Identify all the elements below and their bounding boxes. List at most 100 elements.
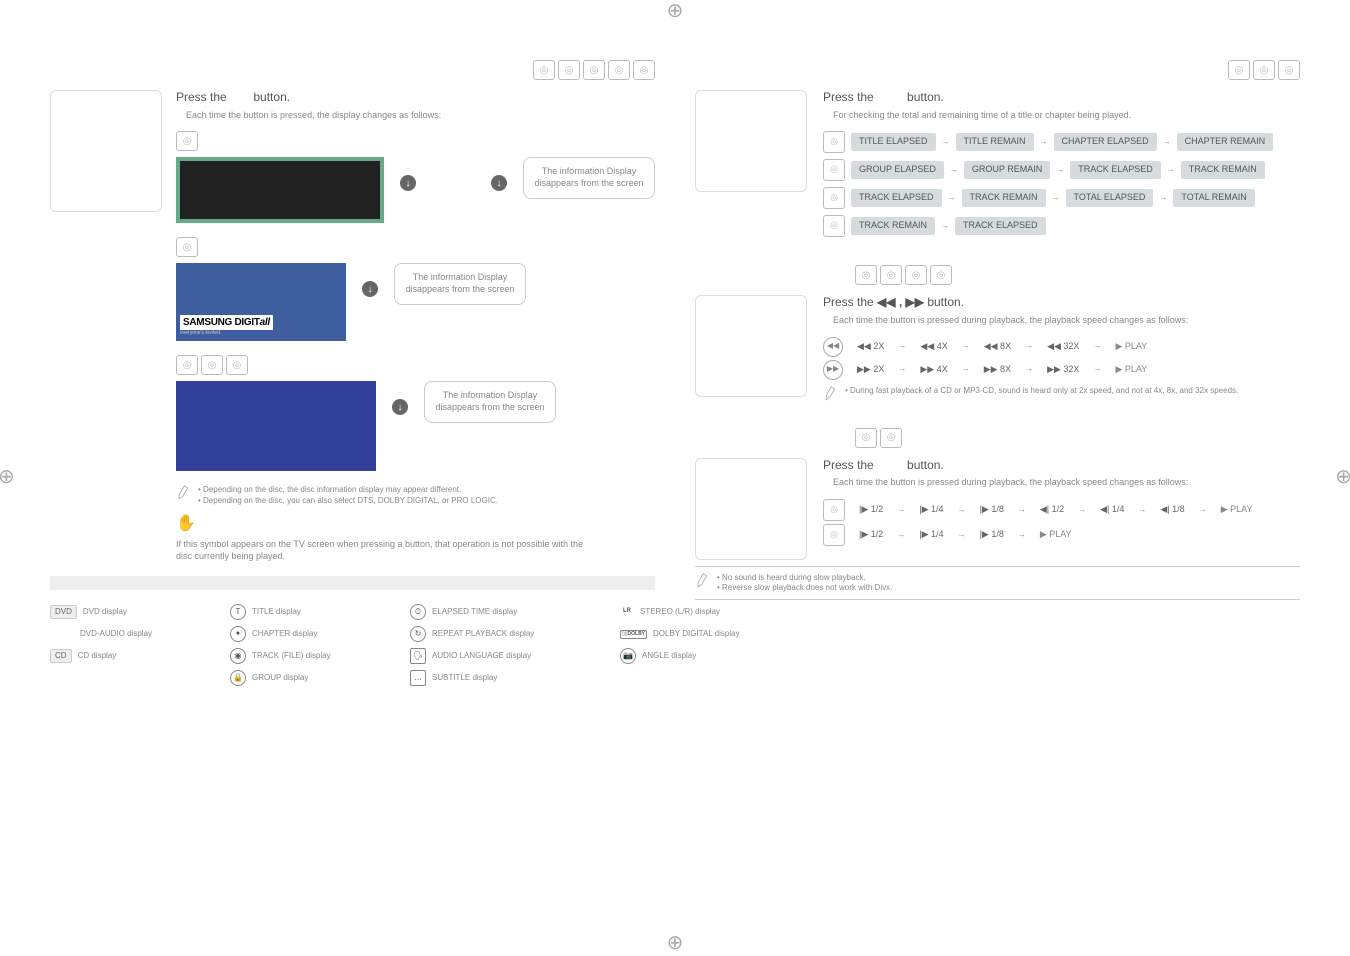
disc-icon: ◎ — [1253, 60, 1275, 80]
cd-tag: CD — [50, 649, 72, 663]
disc-icon: ◎ — [880, 265, 902, 285]
note-text: • Reverse slow playback does not work wi… — [717, 583, 892, 593]
divider — [695, 599, 1300, 600]
speed-value: |▶ 1/2 — [859, 504, 883, 516]
info-bubble: The information Display disappears from … — [394, 263, 526, 304]
disc-icon: ◎ — [930, 265, 952, 285]
play-label: ▶ PLAY — [1115, 364, 1147, 376]
speed-value: ◀| 1/2 — [1040, 504, 1064, 516]
disc-icon: ◎ — [533, 60, 555, 80]
note-text: • No sound is heard during slow playback… — [717, 573, 892, 583]
group-icon: 🔒 — [230, 670, 246, 686]
mp3-osd-screenshot — [176, 381, 376, 471]
disc-icon: ◎ — [855, 428, 877, 448]
dolby-icon: ▯▯ DOLBY — [620, 630, 647, 639]
arrow-down-icon: ↓ — [400, 175, 416, 191]
divx-osd-row: SAMSUNG DIGITall everyone's invited. ↓ T… — [176, 263, 655, 341]
status-pill: TITLE ELAPSED — [851, 133, 936, 151]
status-pill: TRACK REMAIN — [962, 189, 1046, 207]
tagline: everyone's invited. — [180, 330, 342, 337]
note-text: • During fast playback of a CD or MP3-CD… — [845, 386, 1238, 396]
info-bubble: The information Display disappears from … — [523, 157, 655, 198]
status-pill: TITLE REMAIN — [956, 133, 1034, 151]
subtitle-icon: … — [410, 670, 426, 686]
legend-label: ELAPSED TIME display — [432, 607, 517, 617]
disc-icon: ◎ — [1228, 60, 1250, 80]
legend-grid: DVD DVD display T TITLE display ⏱ ELAPSED T… — [50, 604, 655, 686]
note-box: • No sound is heard during slow playback… — [695, 573, 1300, 594]
left-column: ◎ ◎ ◎ ◎ ◎ Press the button. Each time th… — [50, 60, 655, 934]
remote-diagram-image — [50, 90, 162, 212]
hand-stop-icon: ✋ — [176, 514, 655, 535]
sub-line: Each time the button is pressed during p… — [833, 477, 1300, 489]
crop-mark-icon: ⊕ — [0, 464, 15, 490]
legend-label: CD display — [78, 651, 117, 661]
rewind-icon: ◀◀ — [823, 337, 843, 357]
disc-icon: ◎ — [905, 265, 927, 285]
status-pill: TOTAL ELAPSED — [1066, 189, 1154, 207]
speed-value: ◀| 1/4 — [1100, 504, 1124, 516]
status-pill: TRACK ELAPSED — [1070, 161, 1161, 179]
legend-label: DVD display — [83, 607, 127, 617]
speed-value: ◀◀ 8X — [984, 341, 1011, 353]
speed-value: |▶ 1/8 — [980, 504, 1004, 516]
legend-label: TRACK (FILE) display — [252, 651, 331, 661]
dvd-tag: DVD — [50, 605, 77, 619]
speed-value: ◀| 1/8 — [1160, 504, 1184, 516]
chapter-icon: ✦ — [230, 626, 246, 642]
slow-row-1: ◎ |▶ 1/2→ |▶ 1/4→ |▶ 1/8→ ◀| 1/2→ ◀| 1/4… — [823, 499, 1300, 521]
speed-value: ◀◀ 2X — [857, 341, 884, 353]
arrows-text: ◀◀ , ▶▶ — [877, 295, 924, 309]
sub-line: Each time the button is pressed during p… — [833, 315, 1300, 327]
angle-icon: 📷 — [620, 648, 636, 664]
button-text: button. — [253, 90, 290, 104]
legend-label: REPEAT PLAYBACK display — [432, 629, 534, 639]
crop-mark-icon: ⊕ — [667, 930, 684, 956]
play-label: ▶ PLAY — [1115, 341, 1147, 353]
title-icon: T — [230, 604, 246, 620]
speed-value: ▶▶ 4X — [920, 364, 947, 376]
disc-icon: ◎ — [583, 60, 605, 80]
speed-value: ◀◀ 4X — [920, 341, 947, 353]
disc-icon: ◎ — [823, 215, 845, 237]
note-pencil-icon — [174, 484, 191, 501]
track-target-icon: ◉ — [230, 648, 246, 664]
note-box: • Depending on the disc, the disc inform… — [176, 485, 655, 506]
divx-osd-screenshot: SAMSUNG DIGITall everyone's invited. — [176, 263, 346, 341]
disc-icon: ◎ — [176, 237, 198, 257]
status-pill: CHAPTER ELAPSED — [1054, 133, 1157, 151]
arrow-down-icon: ↓ — [362, 281, 378, 297]
remain-row-4: ◎ TRACK REMAIN→ TRACK ELAPSED — [823, 215, 1300, 237]
dvd-osd-screenshot — [176, 157, 384, 223]
status-pill: TOTAL REMAIN — [1173, 189, 1254, 207]
hand-text: If this symbol appears on the TV screen … — [176, 539, 596, 562]
disc-icon: ◎ — [558, 60, 580, 80]
press-text: Press the — [176, 90, 227, 104]
disc-icon: ◎ — [176, 355, 198, 375]
press-text: Press the — [823, 295, 874, 309]
remote-diagram-image — [695, 458, 807, 560]
remote-diagram-image — [695, 90, 807, 192]
disc-icon: ◎ — [823, 499, 845, 521]
legend-label: TITLE display — [252, 607, 301, 617]
stereo-lr-icon: LR — [620, 605, 634, 619]
info-bubble: The information Display disappears from … — [424, 381, 556, 422]
forward-icon: ▶▶ — [823, 360, 843, 380]
button-text: button. — [907, 90, 944, 104]
clock-icon: ⏱ — [410, 604, 426, 620]
disc-icon: ◎ — [633, 60, 655, 80]
press-the-line: Press the button. — [176, 90, 655, 106]
legend-label: GROUP display — [252, 673, 308, 683]
legend-label: AUDIO LANGUAGE display — [432, 651, 531, 661]
disc-icon: ◎ — [823, 524, 845, 546]
samsung-logo: SAMSUNG DIGITall — [180, 315, 273, 330]
fast-ff-row: ▶▶ ▶▶ 2X→ ▶▶ 4X→ ▶▶ 8X→ ▶▶ 32X→ ▶ PLAY — [823, 360, 1300, 380]
fast-rw-row: ◀◀ ◀◀ 2X→ ◀◀ 4X→ ◀◀ 8X→ ◀◀ 32X→ ▶ PLAY — [823, 337, 1300, 357]
legend-header-strip — [50, 576, 655, 590]
mp3-osd-row: ↓ The information Display disappears fro… — [176, 381, 655, 471]
disc-type-bar: ◎ ◎ ◎ ◎ ◎ — [50, 60, 655, 80]
crop-mark-icon: ⊕ — [667, 0, 684, 24]
remote-diagram-image — [695, 295, 807, 397]
status-pill: TRACK ELAPSED — [851, 189, 942, 207]
crop-mark-icon: ⊕ — [1335, 464, 1350, 490]
